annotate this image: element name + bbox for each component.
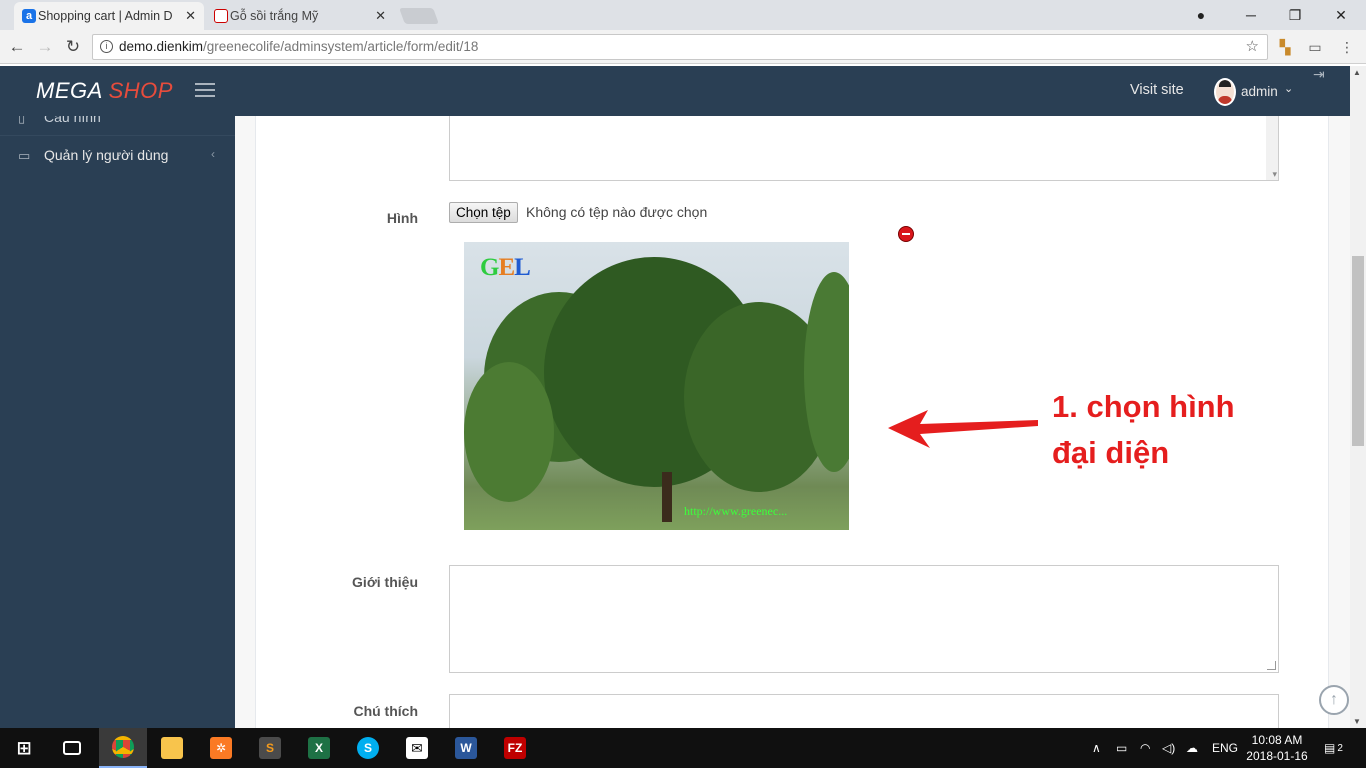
extension-icon[interactable]: ▚ — [1276, 38, 1294, 56]
sidebar-item-label: Quản lý người dùng — [44, 147, 169, 163]
form-panel: Hình Chọn tệp Không có tệp nào được chọn… — [255, 116, 1349, 728]
wifi-icon[interactable]: ◠ — [1140, 728, 1150, 768]
user-menu[interactable]: admin — [1241, 84, 1278, 99]
tab-shopping-cart[interactable]: a Shopping cart | Admin D ✕ — [14, 2, 204, 30]
content-textarea[interactable] — [449, 116, 1279, 181]
scroll-down-icon[interactable]: ▼ — [1353, 717, 1361, 726]
intro-textarea[interactable] — [449, 565, 1279, 673]
tree-trunk — [662, 472, 672, 522]
excel-icon[interactable]: X — [295, 728, 343, 768]
image-watermark-url: http://www.greenec... — [684, 504, 788, 518]
menu-dots-icon[interactable]: ⋮ — [1338, 38, 1356, 56]
bookmark-star-icon[interactable]: ☆ — [1246, 35, 1259, 59]
filezilla-icon[interactable]: FZ — [491, 728, 539, 768]
brand-main: MEGA — [36, 78, 102, 103]
tab-go-soi[interactable]: Gỗ sồi trắng Mỹ ✕ — [206, 2, 394, 30]
main-content: Hình Chọn tệp Không có tệp nào được chọn… — [235, 116, 1350, 728]
skype-icon[interactable]: S — [344, 728, 392, 768]
menu-toggle-icon[interactable] — [195, 83, 215, 97]
tab-close-icon[interactable]: ✕ — [375, 8, 386, 24]
chrome-icon[interactable] — [99, 728, 147, 768]
file-explorer-icon[interactable] — [148, 728, 196, 768]
gel-logo: GEL — [480, 254, 531, 281]
scrollbar-thumb[interactable] — [1352, 256, 1364, 446]
clock-time: 10:08 AM — [1251, 733, 1303, 747]
task-view-icon[interactable] — [48, 728, 96, 768]
brand-accent: SHOP — [108, 78, 173, 103]
cloud-icon[interactable]: ☁ — [1186, 728, 1198, 768]
cast-icon[interactable]: ▭ — [1306, 38, 1324, 56]
sublime-text-icon[interactable]: S — [246, 728, 294, 768]
folder-icon: ▭ — [18, 148, 31, 163]
clock-date: 2018-01-16 — [1246, 749, 1308, 763]
page-scrollbar[interactable]: ▲ ▼ — [1350, 66, 1366, 728]
xampp-icon[interactable]: ✲ — [197, 728, 245, 768]
windows-start-icon[interactable]: ⊞ — [0, 728, 48, 768]
logout-icon[interactable]: ⇥ — [1313, 66, 1329, 82]
annotation-arrow-icon — [888, 410, 1038, 448]
sidebar-item-users[interactable]: ▭ Quản lý người dùng ‹ — [0, 136, 235, 174]
tray-chevron-icon[interactable]: ∧ — [1092, 728, 1101, 768]
annotation-line-1: 1. chọn hình — [1052, 389, 1235, 424]
minimize-button[interactable]: ─ — [1228, 0, 1274, 30]
remove-image-icon[interactable] — [898, 226, 914, 242]
language-indicator[interactable]: ENG — [1212, 728, 1238, 768]
textarea-scrollbar[interactable] — [1266, 116, 1278, 180]
scroll-to-top-button[interactable]: ↑ — [1319, 685, 1349, 715]
maximize-button[interactable]: ❐ — [1272, 0, 1318, 30]
close-window-button[interactable]: ✕ — [1318, 0, 1364, 30]
annotation-callout: 1. chọn hình đại diện — [1052, 384, 1235, 476]
url-bar[interactable]: i demo.dienkim/greenecolife/adminsystem/… — [92, 34, 1268, 60]
windows-taskbar: ⊞ ✲ S X S ✉ W FZ ∧ ▭ ◠ ◁) ☁ ENG 10:08 AM… — [0, 728, 1366, 768]
tab-close-icon[interactable]: ✕ — [185, 8, 196, 24]
battery-icon[interactable]: ▭ — [1116, 728, 1127, 768]
url-host: demo.dienkim — [119, 39, 204, 54]
forward-icon[interactable]: → — [34, 36, 56, 58]
mail-icon[interactable]: ✉ — [393, 728, 441, 768]
choose-file-button[interactable]: Chọn tệp — [449, 202, 518, 223]
image-label: Hình — [386, 210, 418, 226]
profile-icon[interactable]: ● — [1178, 0, 1224, 30]
image-preview: GEL http://www.greenec... — [464, 242, 849, 530]
note-textarea[interactable] — [449, 694, 1279, 728]
tab-title: Gỗ sồi trắng Mỹ — [230, 9, 319, 23]
note-label: Chú thích — [353, 703, 418, 719]
address-toolbar: ← → ↻ i demo.dienkim/greenecolife/admins… — [0, 30, 1366, 64]
brand-logo[interactable]: MEGA SHOP — [36, 78, 173, 104]
app-header: MEGA SHOP Visit site admin ⌄ — [0, 66, 1350, 116]
chevron-left-icon: ‹ — [211, 147, 215, 161]
url-path: /greenecolife/adminsystem/article/form/e… — [203, 39, 479, 54]
site-favicon-icon — [214, 9, 228, 23]
file-status-text: Không có tệp nào được chọn — [526, 204, 708, 220]
reload-icon[interactable]: ↻ — [62, 36, 84, 58]
notifications-icon[interactable]: ▤ 2 — [1324, 728, 1343, 768]
new-tab-button[interactable] — [399, 8, 439, 24]
intro-label: Giới thiệu — [352, 574, 418, 590]
scroll-up-icon[interactable]: ▲ — [1353, 68, 1361, 77]
info-icon[interactable]: i — [100, 40, 113, 53]
word-icon[interactable]: W — [442, 728, 490, 768]
sidebar: ▯ Cấu hình ▭ Quản lý người dùng ‹ — [0, 109, 235, 728]
tab-title: Shopping cart | Admin D — [38, 9, 173, 23]
volume-icon[interactable]: ◁) — [1162, 728, 1175, 768]
back-icon[interactable]: ← — [6, 36, 28, 58]
site-favicon-icon: a — [22, 9, 36, 23]
clock[interactable]: 10:08 AM 2018-01-16 — [1246, 732, 1308, 764]
annotation-line-2: đại diện — [1052, 435, 1170, 470]
chevron-down-icon[interactable]: ⌄ — [1284, 82, 1293, 95]
visit-site-link[interactable]: Visit site — [1130, 82, 1184, 98]
browser-tab-bar: a Shopping cart | Admin D ✕ Gỗ sồi trắng… — [0, 0, 1366, 30]
notification-count: 2 — [1337, 742, 1343, 754]
avatar[interactable] — [1214, 78, 1236, 106]
